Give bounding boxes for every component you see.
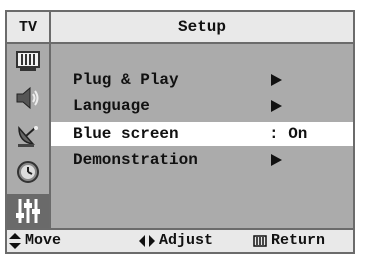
sound-icon bbox=[16, 86, 39, 110]
page-title: Setup bbox=[177, 18, 226, 36]
menu-return-icon bbox=[253, 234, 267, 247]
submenu-arrow-icon bbox=[271, 100, 282, 112]
sidebar-item-sound[interactable] bbox=[13, 84, 43, 112]
sidebar-item-picture[interactable] bbox=[13, 48, 43, 76]
category-sidebar bbox=[7, 44, 51, 228]
menu-item-label: Plug & Play bbox=[73, 71, 179, 89]
footer-move-hint: Move bbox=[9, 232, 61, 249]
footer-adjust-hint: Adjust bbox=[139, 232, 213, 249]
left-right-arrows-icon bbox=[139, 234, 155, 247]
sidebar-item-channel[interactable] bbox=[13, 122, 43, 150]
footer-return-hint: Return bbox=[253, 232, 325, 249]
osd-header: TV Setup bbox=[7, 12, 353, 44]
picture-icon bbox=[16, 51, 40, 71]
footer-adjust-label: Adjust bbox=[159, 232, 214, 249]
menu-item-value: : On bbox=[269, 125, 308, 143]
menu-item-blue-screen[interactable]: Blue screen : On bbox=[51, 122, 353, 146]
menu-item-language[interactable]: Language bbox=[51, 94, 353, 118]
time-icon bbox=[17, 161, 39, 183]
sidebar-item-time[interactable] bbox=[13, 158, 43, 186]
source-label: TV bbox=[7, 12, 51, 42]
tv-osd-window: TV Setup Plug & Play Language Blue scree… bbox=[5, 10, 355, 254]
footer-move-label: Move bbox=[25, 232, 62, 249]
setup-menu: Plug & Play Language Blue screen : On De… bbox=[51, 44, 353, 228]
up-down-arrows-icon bbox=[9, 232, 21, 249]
sidebar-item-setup[interactable] bbox=[7, 194, 49, 228]
footer-return-label: Return bbox=[271, 232, 326, 249]
menu-item-label: Demonstration bbox=[73, 151, 198, 169]
submenu-arrow-icon bbox=[271, 74, 282, 86]
menu-item-demonstration[interactable]: Demonstration bbox=[51, 148, 353, 172]
setup-icon bbox=[16, 199, 40, 223]
menu-item-label: Language bbox=[73, 97, 150, 115]
menu-item-plug-and-play[interactable]: Plug & Play bbox=[51, 68, 353, 92]
channel-icon bbox=[18, 126, 38, 147]
menu-item-label: Blue screen bbox=[73, 125, 179, 143]
submenu-arrow-icon bbox=[271, 154, 282, 166]
osd-footer: Move Adjust Return bbox=[7, 228, 353, 252]
